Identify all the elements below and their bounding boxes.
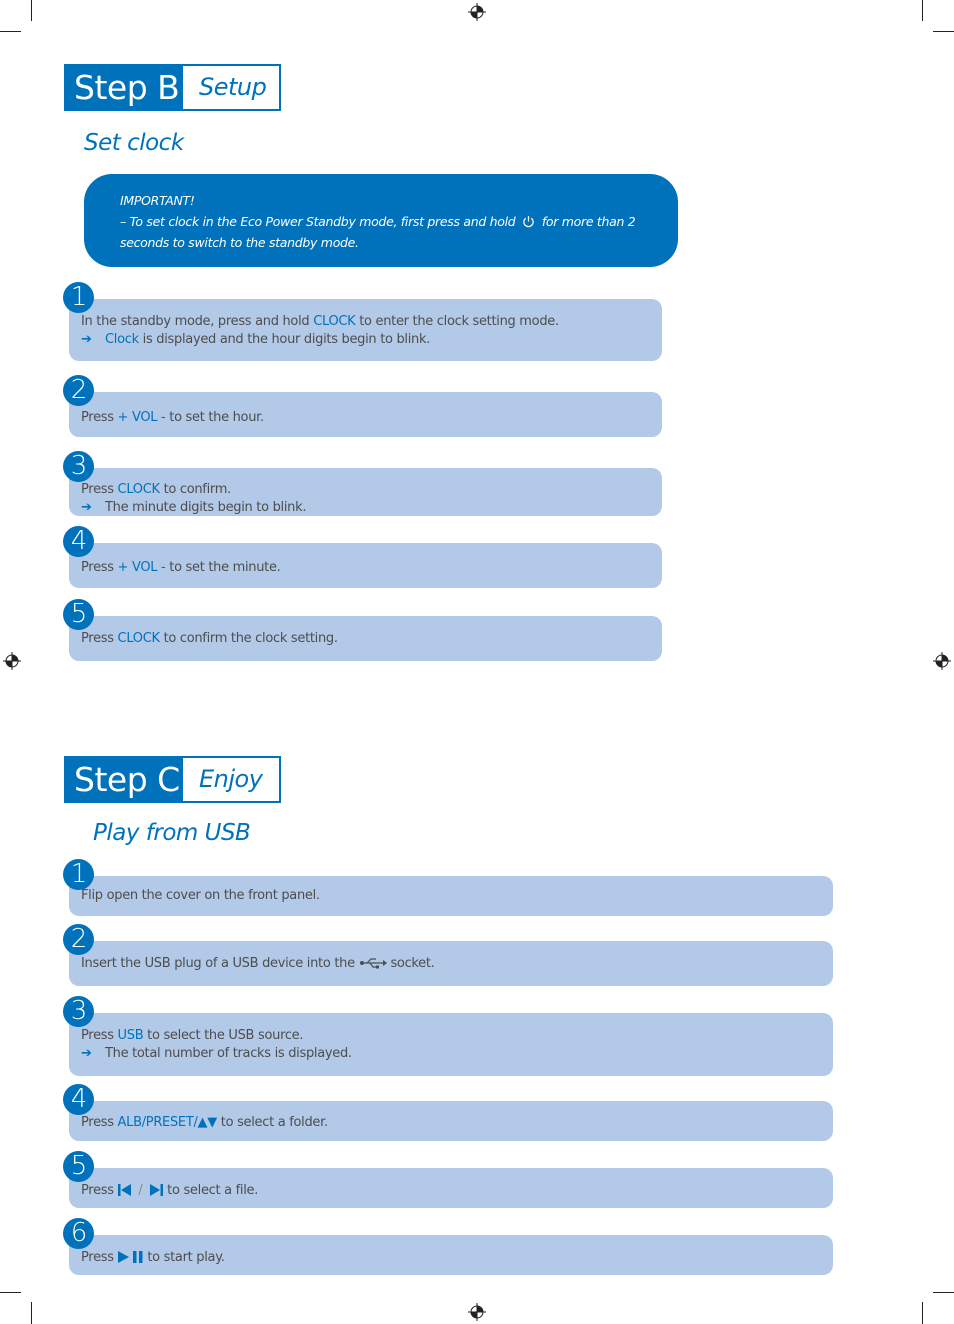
key-clock: CLOCK [313,314,356,329]
step-number: 3 [63,996,94,1027]
separator: / [138,1183,143,1198]
step-text: Press CLOCK to confirm. [81,481,231,499]
display-clock: Clock [105,332,139,347]
key-alb-preset: ALB/PRESET/▲▼ [117,1115,218,1130]
text: In the standby mode, press and hold [81,314,314,329]
step-b-label: Step B [66,66,183,109]
text: Press [81,1183,118,1198]
play-pause-icon [117,1251,143,1263]
section-title-set-clock: Set clock [84,130,184,156]
text: Press [81,1028,118,1043]
important-line-1: – To set clock in the Eco Power Standby … [120,211,678,232]
step-text: Press + VOL - to set the minute. [81,559,281,577]
step-number: 2 [63,375,94,406]
text: The minute digits begin to blink. [105,500,307,515]
crop-mark [922,0,923,21]
step-number: 3 [63,451,94,482]
step-text: Press to start play. [81,1249,225,1267]
key-vol: + VOL - [117,560,166,575]
crop-mark [31,0,32,21]
step-text: Flip open the cover on the front panel. [81,888,320,903]
crop-mark [0,31,21,32]
key-usb: USB [117,1028,144,1043]
key-clock: CLOCK [117,482,161,497]
crop-mark [922,1302,923,1324]
text: to set the minute. [165,560,281,575]
text: Press [81,1115,118,1130]
registration-mark-icon [933,652,951,670]
important-line-2: seconds to switch to the standby mode. [120,235,359,250]
section-title-play-from-usb: Play from USB [93,820,251,846]
text: to select a folder. [216,1115,328,1130]
step-c-subtitle: Enjoy [183,758,279,801]
usb-icon [359,958,387,969]
step-c-label: Step C [66,758,183,801]
text: to start play. [143,1250,225,1265]
important-text: for more than 2 [541,214,636,229]
text: Insert the USB plug of a USB device into… [81,956,359,971]
important-heading: IMPORTANT! [120,193,195,208]
text: socket. [386,956,435,971]
step-result: ➔ The total number of tracks is displayed… [81,1045,352,1063]
step-number: 5 [63,1151,94,1182]
important-notice: IMPORTANT! – To set clock in the Eco Pow… [84,174,678,267]
key-clock: CLOCK [117,631,161,646]
step-number: 4 [63,526,94,557]
text: to set the hour. [165,410,264,425]
text: Press [81,631,118,646]
registration-mark-icon [3,652,21,670]
crop-mark [31,1302,32,1324]
text: to confirm the clock setting. [159,631,338,646]
step-text: Press ALB/PRESET/▲▼ to select a folder. [81,1114,328,1132]
step-result: ➔ The minute digits begin to blink. [81,499,306,517]
power-icon [523,215,534,228]
step-number: 5 [63,599,94,630]
step-number: 1 [63,859,94,890]
text: The total number of tracks is displayed. [105,1046,352,1061]
text: is displayed and the hour digits begin t… [138,332,431,347]
arrow-icon: ➔ [81,500,92,515]
step-number: 6 [63,1218,94,1249]
step-number: 2 [63,924,94,955]
next-icon [150,1184,164,1196]
registration-mark-icon [468,1303,486,1321]
step-number: 4 [63,1084,94,1115]
text: Press [81,1250,118,1265]
step-c-header: Step C Enjoy [64,756,281,803]
text: to enter the clock setting mode. [355,314,559,329]
step-number: 1 [63,282,94,313]
crop-mark [933,31,954,32]
step-text: Press USB to select the USB source. [81,1027,304,1045]
key-vol: + VOL - [117,410,166,425]
text: to select a file. [167,1183,259,1198]
step-text: In the standby mode, press and hold CLOC… [81,313,559,331]
step-b-subtitle: Setup [183,66,279,109]
arrow-icon: ➔ [81,332,92,347]
step-result: ➔ Clock is displayed and the hour digits … [81,331,430,349]
important-text: – To set clock in the Eco Power Standby … [120,214,516,229]
text: to confirm. [159,482,232,497]
step-text: Press / to select a file. [81,1182,258,1200]
step-text: Press CLOCK to confirm the clock setting… [81,630,338,648]
previous-icon [117,1184,131,1196]
step-text: Press + VOL - to set the hour. [81,409,264,427]
text: Press [81,410,118,425]
text: Press [81,482,118,497]
step-text: Insert the USB plug of a USB device into… [81,955,435,973]
crop-mark [0,1292,21,1293]
text: Press [81,560,118,575]
step-b-header: Step B Setup [64,64,281,111]
text: to select the USB source. [143,1028,304,1043]
registration-mark-icon [468,3,486,21]
arrow-icon: ➔ [81,1046,92,1061]
crop-mark [933,1292,954,1293]
